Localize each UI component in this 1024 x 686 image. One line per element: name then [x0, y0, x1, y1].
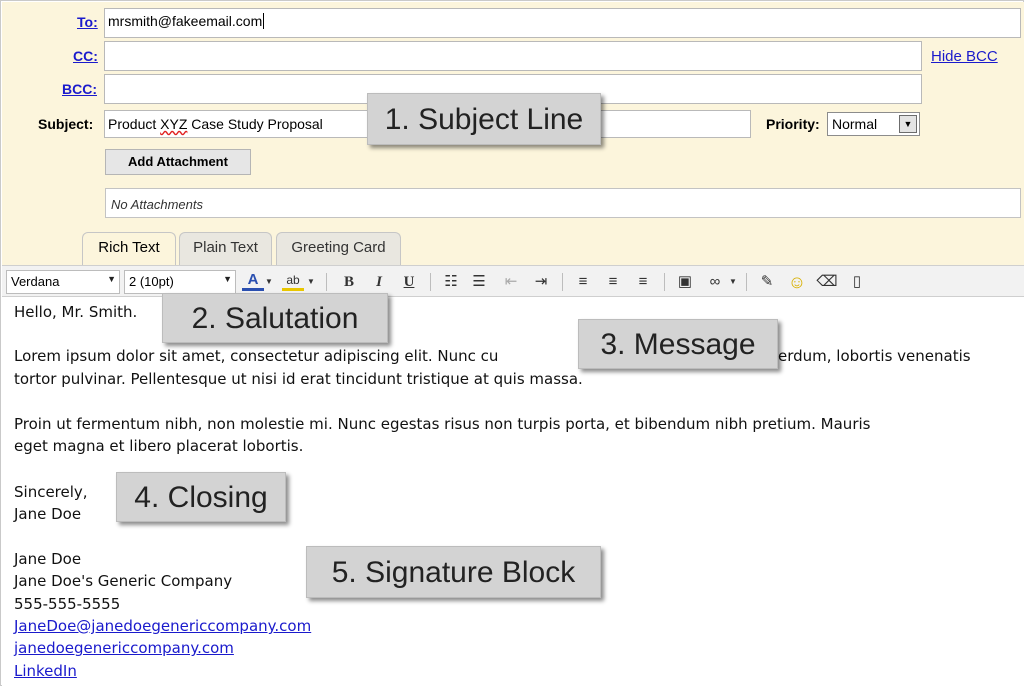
- subject-label: Subject:: [38, 116, 94, 132]
- chevron-down-icon[interactable]: ▼: [899, 115, 917, 133]
- salutation-text: Hello, Mr. Smith.: [14, 303, 138, 321]
- font-family-select[interactable]: Verdana ▼: [6, 270, 120, 294]
- font-size-select[interactable]: 2 (10pt) ▼: [124, 270, 236, 294]
- align-left-icon[interactable]: ≡: [572, 271, 594, 293]
- bullet-list-icon[interactable]: ☰: [468, 271, 490, 293]
- signature-linkedin-link[interactable]: LinkedIn: [14, 660, 77, 683]
- tab-plain-text[interactable]: Plain Text: [179, 232, 272, 266]
- cc-label-link[interactable]: CC:: [73, 48, 98, 64]
- to-label-link[interactable]: To:: [77, 14, 98, 30]
- chevron-down-icon: ▼: [107, 274, 116, 284]
- document-icon[interactable]: ▯: [846, 271, 868, 293]
- underline-icon[interactable]: U: [398, 271, 420, 293]
- font-color-icon[interactable]: A: [242, 271, 264, 291]
- to-field[interactable]: mrsmith@fakeemail.com: [104, 8, 1021, 38]
- callout-signature-block: 5. Signature Block: [306, 546, 601, 598]
- paragraph-1-line-2: tortor pulvinar. Pellentesque ut nisi id…: [14, 370, 583, 388]
- bcc-label-link[interactable]: BCC:: [62, 81, 97, 97]
- priority-label: Priority:: [766, 116, 820, 132]
- bold-icon[interactable]: B: [338, 271, 360, 293]
- highlight-color-icon[interactable]: ab: [282, 271, 304, 291]
- paste-text-icon[interactable]: ▣: [674, 271, 696, 293]
- priority-value: Normal: [832, 116, 878, 132]
- attachments-status: No Attachments: [105, 188, 1021, 218]
- chevron-down-icon[interactable]: ▼: [306, 271, 316, 293]
- callout-message: 3. Message: [578, 319, 778, 369]
- align-center-icon[interactable]: ≡: [602, 271, 624, 293]
- toolbar-separator: [746, 273, 747, 291]
- hide-bcc-link[interactable]: Hide BCC: [931, 48, 998, 65]
- paragraph-1-line-1: Lorem ipsum dolor sit amet, consectetur …: [14, 345, 498, 368]
- callout-subject-line: 1. Subject Line: [367, 93, 601, 145]
- paragraph-1-line-1-tail: erdum, lobortis venenatis: [778, 347, 971, 365]
- cc-field[interactable]: [104, 41, 922, 71]
- toolbar-separator: [562, 273, 563, 291]
- edit-note-icon[interactable]: ✎: [756, 271, 778, 293]
- signature-phone: 555-555-5555: [14, 595, 121, 613]
- add-attachment-button[interactable]: Add Attachment: [105, 149, 251, 175]
- priority-select[interactable]: Normal ▼: [827, 112, 920, 136]
- subject-text-1: Product: [108, 116, 161, 132]
- link-icon[interactable]: ∞: [704, 271, 726, 293]
- callout-closing: 4. Closing: [116, 472, 286, 522]
- chevron-down-icon: ▼: [223, 274, 232, 284]
- font-size-value: 2 (10pt): [129, 274, 174, 289]
- toolbar-separator: [430, 273, 431, 291]
- text-cursor: [263, 13, 265, 29]
- tab-rich-text[interactable]: Rich Text: [82, 232, 176, 266]
- callout-salutation: 2. Salutation: [162, 293, 388, 343]
- smiley-icon[interactable]: ☺: [786, 271, 808, 293]
- font-family-value: Verdana: [11, 274, 60, 289]
- align-right-icon[interactable]: ≡: [632, 271, 654, 293]
- closing-text: Sincerely,: [14, 483, 88, 501]
- chevron-down-icon[interactable]: ▼: [728, 271, 738, 293]
- eraser-icon[interactable]: ⌫: [816, 271, 838, 293]
- subject-misspelled-word: XYZ: [160, 116, 188, 132]
- signature-website-link[interactable]: janedoegenericcompany.com: [14, 637, 234, 660]
- chevron-down-icon[interactable]: ▼: [264, 271, 274, 293]
- email-composer: To: mrsmith@fakeemail.com CC: Hide BCC B…: [0, 0, 1024, 686]
- to-value: mrsmith@fakeemail.com: [108, 13, 263, 29]
- italic-icon[interactable]: I: [368, 271, 390, 293]
- signature-email-link[interactable]: JaneDoe@janedoegenericcompany.com: [14, 615, 311, 638]
- paragraph-2-line-2: eget magna et libero placerat lobortis.: [14, 437, 304, 455]
- signature-company: Jane Doe's Generic Company: [14, 572, 233, 590]
- paragraph-2-line-1: Proin ut fermentum nibh, non molestie mi…: [14, 415, 871, 433]
- numbered-list-icon[interactable]: ☷: [440, 271, 462, 293]
- tab-greeting-card[interactable]: Greeting Card: [276, 232, 401, 266]
- paragraph-1-line-1-head: Lorem ipsum dolor sit amet, consectetur …: [14, 347, 499, 365]
- toolbar-separator: [664, 273, 665, 291]
- formatting-toolbar: Verdana ▼ 2 (10pt) ▼ A ▼ ab ▼ B I U ☷ ☰ …: [2, 265, 1024, 297]
- signature-name: Jane Doe: [14, 550, 82, 568]
- closing-name: Jane Doe: [14, 505, 82, 523]
- indent-icon[interactable]: ⇥: [530, 271, 552, 293]
- subject-text-2: Case Study Proposal: [187, 116, 323, 132]
- toolbar-separator: [326, 273, 327, 291]
- outdent-icon[interactable]: ⇤: [500, 271, 522, 293]
